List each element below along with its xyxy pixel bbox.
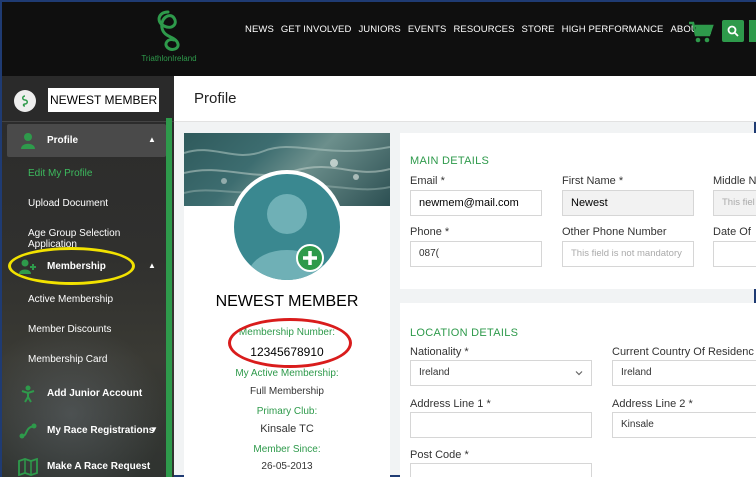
sidebar-user-name: NEWEST MEMBER	[48, 88, 160, 112]
phone-field[interactable]: 087(	[410, 241, 542, 267]
nationality-select[interactable]: Ireland	[410, 360, 592, 386]
nationality-label: Nationality *	[410, 346, 469, 358]
nav-news[interactable]: NEWS	[245, 24, 274, 35]
main-details-title: MAIN DETAILS	[410, 155, 490, 167]
sidebar-user: NEWEST MEMBER	[2, 76, 174, 122]
nav-store[interactable]: STORE	[522, 24, 555, 35]
highlight-oval-membership	[8, 247, 135, 285]
active-membership: Full Membership	[250, 386, 324, 397]
plus-icon	[303, 251, 317, 265]
add-photo-button[interactable]	[296, 244, 324, 272]
member-since-label: Member Since:	[253, 444, 321, 455]
user-icon	[21, 133, 35, 149]
map-icon	[18, 458, 38, 476]
phone-label: Phone *	[410, 226, 450, 238]
child-icon	[21, 385, 35, 403]
first-name-label: First Name *	[562, 175, 624, 187]
sidebar-item-label: Make A Race Request	[47, 461, 151, 472]
address-line-2-label: Address Line 2 *	[612, 398, 693, 410]
nav-juniors[interactable]: JUNIORS	[358, 24, 400, 35]
chevron-up-icon: ▲	[148, 261, 156, 270]
country-of-residence-label: Current Country Of Residenc	[612, 346, 754, 358]
other-phone-label: Other Phone Number	[562, 226, 667, 238]
route-icon	[19, 423, 37, 439]
chevron-down-icon	[575, 371, 583, 376]
email-field[interactable]: newmem@mail.com	[410, 190, 542, 216]
nav-resources[interactable]: RESOURCES	[453, 24, 514, 35]
profile-card: NEWEST MEMBER Membership Number: 1234567…	[184, 133, 390, 477]
primary-club-label: Primary Club:	[256, 406, 318, 417]
other-phone-field[interactable]: This field is not mandatory	[562, 241, 694, 267]
nav-get-involved[interactable]: GET INVOLVED	[281, 24, 352, 35]
first-name-field[interactable]: Newest	[562, 190, 694, 216]
chevron-up-icon: ▲	[148, 135, 156, 144]
primary-club: Kinsale TC	[260, 423, 314, 435]
location-details-title: LOCATION DETAILS	[410, 327, 519, 339]
triathlon-ireland-logo[interactable]: TriathlonIreland	[132, 6, 206, 68]
logo-mark-icon	[22, 95, 28, 107]
address-line-2-field[interactable]: Kinsale	[612, 412, 756, 438]
account-button-edge[interactable]	[749, 20, 756, 42]
page-header: Profile	[174, 76, 756, 122]
sidebar-item-label: Membership Card	[28, 354, 108, 365]
main-details-card: MAIN DETAILS Email * newmem@mail.com Fir…	[400, 133, 756, 289]
search-icon	[727, 25, 739, 37]
profile-avatar[interactable]	[230, 170, 344, 284]
sidebar-item-label: Member Discounts	[28, 324, 112, 335]
top-navigation-bar: TriathlonIreland NEWS GET INVOLVED JUNIO…	[2, 2, 756, 76]
middle-name-field[interactable]: This fiel	[713, 190, 756, 216]
sidebar-item-label: Active Membership	[28, 294, 114, 305]
sidebar-accent-bar	[166, 118, 172, 477]
user-silhouette-icon	[247, 194, 327, 280]
date-of-birth-field[interactable]	[713, 241, 756, 267]
address-line-1-field[interactable]	[410, 412, 592, 438]
location-details-card: LOCATION DETAILS Nationality * Ireland C…	[400, 303, 756, 477]
member-since: 26-05-2013	[261, 461, 313, 472]
active-membership-label: My Active Membership:	[235, 368, 339, 379]
sidebar-item-label: Upload Document	[28, 198, 109, 209]
post-code-label: Post Code *	[410, 449, 469, 461]
avatar[interactable]	[14, 90, 36, 112]
sidebar-item-label: Add Junior Account	[47, 388, 143, 399]
page-title: Profile	[194, 90, 237, 107]
cart-icon[interactable]	[688, 20, 714, 44]
main-nav: NEWS GET INVOLVED JUNIORS EVENTS RESOURC…	[245, 24, 704, 35]
logo-text: TriathlonIreland	[141, 54, 197, 63]
date-of-birth-label: Date Of	[713, 226, 751, 238]
search-button[interactable]	[722, 20, 744, 42]
nav-high-performance[interactable]: HIGH PERFORMANCE	[562, 24, 664, 35]
chevron-down-icon: ▼	[150, 425, 158, 434]
nav-events[interactable]: EVENTS	[408, 24, 447, 35]
post-code-field[interactable]	[410, 463, 592, 477]
country-of-residence-field[interactable]: Ireland	[612, 360, 756, 386]
email-label: Email *	[410, 175, 445, 187]
highlight-oval-membership-number	[228, 318, 352, 368]
address-line-1-label: Address Line 1 *	[410, 398, 491, 410]
sidebar-item-label: My Race Registrations	[47, 425, 155, 436]
nationality-value: Ireland	[419, 367, 450, 378]
logo-mark-icon	[157, 10, 180, 51]
sidebar-item-label: Profile	[47, 135, 79, 146]
member-name: NEWEST MEMBER	[215, 293, 359, 310]
sidebar-item-label: Edit My Profile	[28, 168, 93, 179]
sidebar-item-label: Age Group Selection Application	[28, 228, 121, 250]
middle-name-label: Middle N	[713, 175, 756, 187]
